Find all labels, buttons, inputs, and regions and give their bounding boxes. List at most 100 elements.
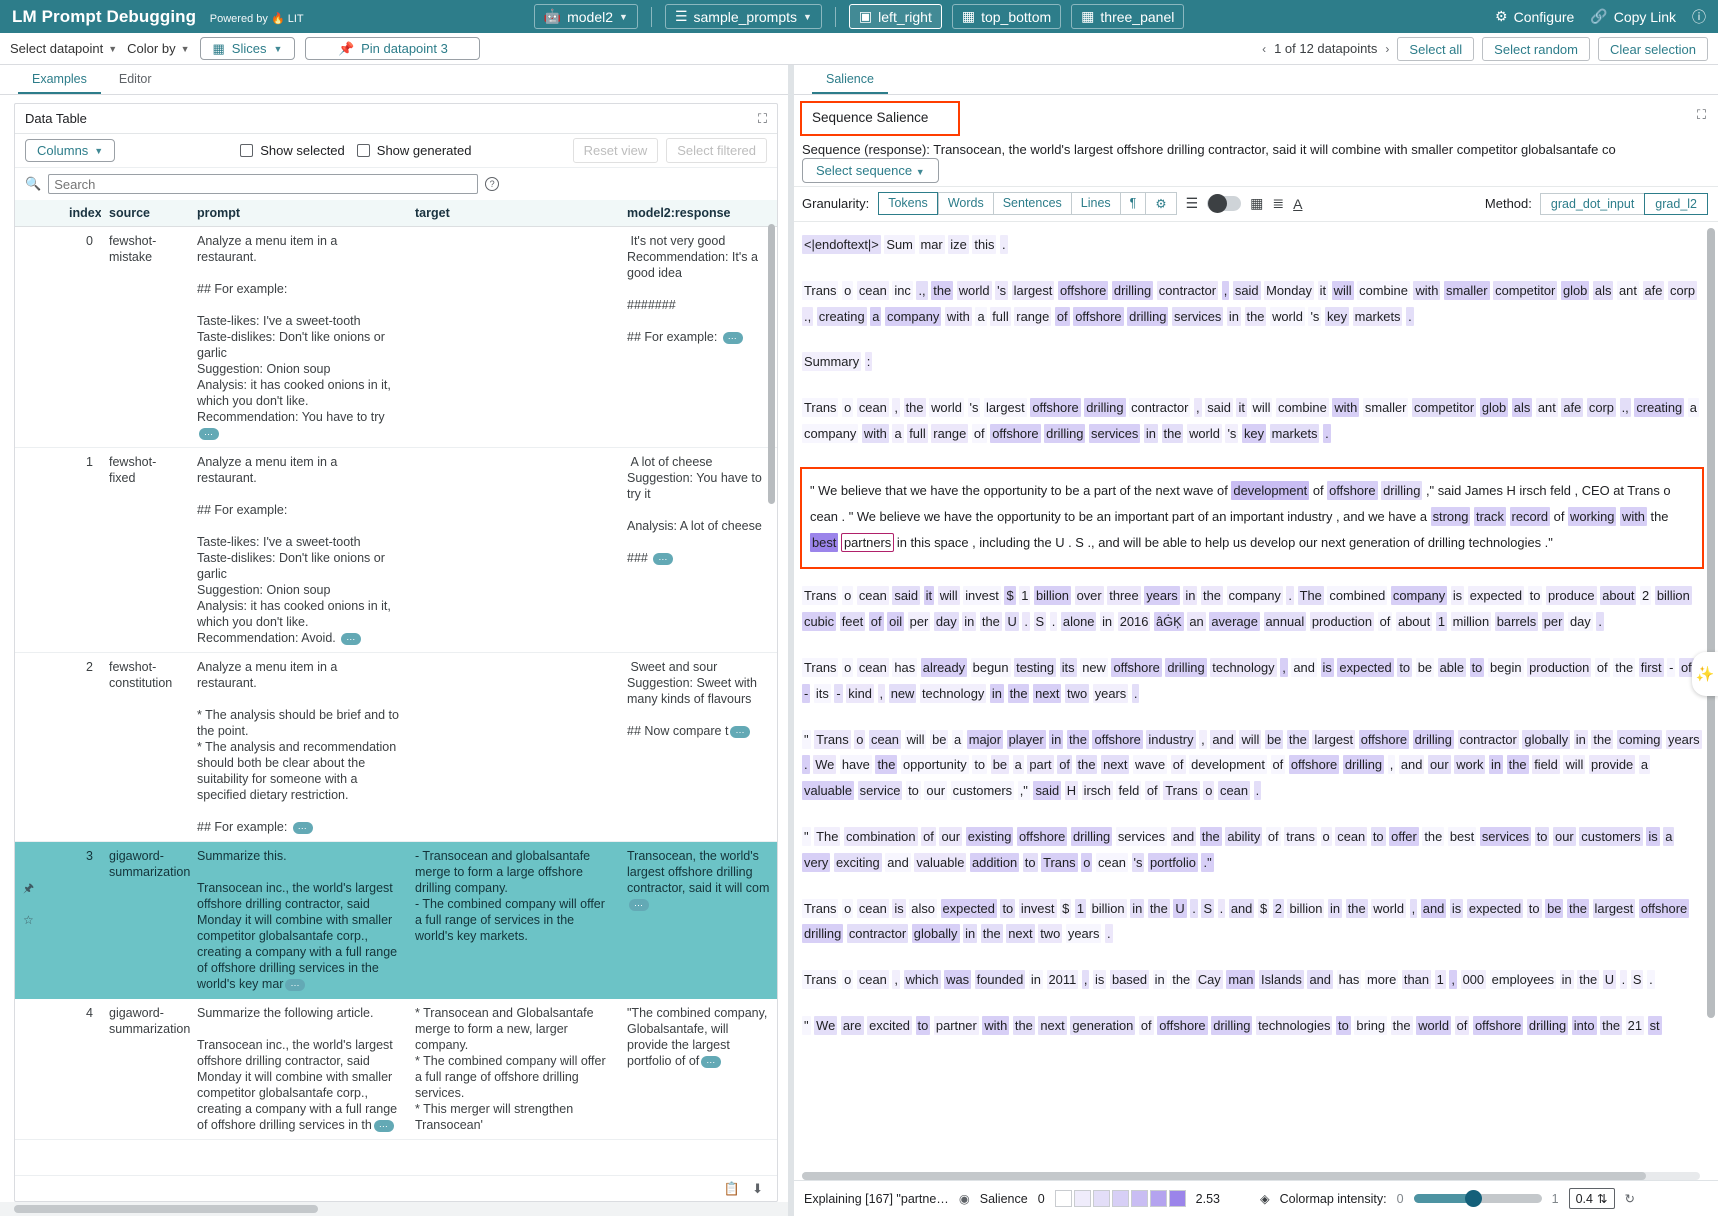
method-grad-dot-input[interactable]: grad_dot_input bbox=[1540, 193, 1644, 215]
salience-paragraph[interactable]: " Trans o cean will be a major player in… bbox=[802, 727, 1704, 804]
select-all-button[interactable]: Select all bbox=[1397, 37, 1474, 61]
salience-token[interactable]: drilling bbox=[1127, 307, 1168, 326]
salience-token[interactable]: of bbox=[1055, 307, 1070, 326]
table-header-source[interactable]: source bbox=[101, 200, 189, 227]
density-lines-icon[interactable]: ☰ bbox=[1186, 195, 1199, 212]
salience-token[interactable]: about bbox=[1600, 586, 1636, 605]
salience-token[interactable]: offshore bbox=[1073, 307, 1123, 326]
salience-token[interactable]: We bbox=[813, 755, 836, 774]
salience-token[interactable]: , bbox=[1199, 730, 1207, 749]
salience-token[interactable]: of bbox=[1145, 781, 1160, 800]
expand-icon[interactable]: ⛶ bbox=[1697, 107, 1706, 123]
salience-token[interactable]: the bbox=[875, 755, 897, 774]
salience-token[interactable]: to bbox=[1336, 1016, 1351, 1035]
salience-token[interactable]: cean bbox=[857, 658, 889, 677]
salience-token[interactable]: our bbox=[1428, 755, 1451, 774]
salience-token[interactable]: next bbox=[1101, 755, 1129, 774]
salience-token[interactable]: valuable bbox=[914, 853, 966, 872]
salience-token[interactable]: and bbox=[1291, 658, 1317, 677]
salience-token[interactable]: technology bbox=[920, 684, 986, 703]
salience-token[interactable]: with bbox=[945, 307, 972, 326]
salience-token[interactable]: world bbox=[1371, 899, 1406, 918]
salience-token[interactable]: world bbox=[929, 398, 964, 417]
salience-token[interactable]: very bbox=[802, 853, 830, 872]
salience-token[interactable]: a bbox=[1663, 827, 1674, 846]
salience-token[interactable]: based bbox=[1110, 970, 1149, 989]
pin-datapoint-button[interactable]: 📌 Pin datapoint 3 bbox=[305, 37, 480, 60]
font-size-icon[interactable]: A bbox=[1293, 196, 1302, 212]
salience-token[interactable]: contractor bbox=[847, 924, 908, 943]
sparkle-icon[interactable]: ✨ bbox=[1692, 652, 1718, 696]
salience-token[interactable]: Monday bbox=[1264, 281, 1314, 300]
copy-icon[interactable]: 📋 bbox=[724, 1181, 740, 1197]
salience-token[interactable]: . bbox=[1022, 612, 1030, 631]
salience-token[interactable]: 's bbox=[968, 398, 981, 417]
salience-token[interactable]: a bbox=[870, 307, 881, 326]
salience-token[interactable]: We bbox=[814, 1016, 837, 1035]
salience-token[interactable]: drilling bbox=[1343, 755, 1384, 774]
salience-token[interactable]: world bbox=[1416, 1016, 1451, 1035]
salience-token[interactable]: glob bbox=[1480, 398, 1508, 417]
salience-token[interactable]: Trans bbox=[802, 586, 838, 605]
tab-examples[interactable]: Examples bbox=[18, 68, 101, 94]
salience-token[interactable]: two bbox=[1038, 924, 1062, 943]
salience-token[interactable]: combine bbox=[1276, 398, 1329, 417]
salience-token[interactable]: in bbox=[1130, 899, 1144, 918]
salience-token[interactable]: addition bbox=[970, 853, 1019, 872]
scrollbar-thumb[interactable] bbox=[802, 1172, 1646, 1180]
salience-token[interactable]: als bbox=[1512, 398, 1532, 417]
salience-token[interactable]: service bbox=[858, 781, 903, 800]
salience-token[interactable]: company bbox=[802, 424, 858, 443]
salience-token[interactable]: ., bbox=[1620, 398, 1631, 417]
salience-token[interactable]: 21 bbox=[1626, 1016, 1644, 1035]
salience-token[interactable]: will bbox=[938, 586, 960, 605]
salience-token[interactable]: Cay bbox=[1196, 970, 1223, 989]
salience-token[interactable]: combine bbox=[1357, 281, 1410, 300]
salience-token[interactable]: largest bbox=[984, 398, 1027, 417]
salience-token[interactable]: the bbox=[981, 924, 1003, 943]
select-sequence-button[interactable]: Select sequence ▼ bbox=[802, 158, 939, 183]
salience-paragraph-highlighted[interactable]: " We believe that we have the opportunit… bbox=[800, 467, 1704, 569]
salience-token[interactable]: . bbox=[1323, 424, 1331, 443]
salience-token[interactable]: cean bbox=[857, 899, 889, 918]
salience-token[interactable]: have bbox=[840, 755, 872, 774]
salience-token[interactable]: . bbox=[1050, 612, 1058, 631]
salience-token[interactable]: production bbox=[1310, 612, 1374, 631]
salience-token[interactable]: offshore bbox=[1111, 658, 1161, 677]
salience-token[interactable]: o bbox=[842, 281, 853, 300]
salience-token[interactable]: the bbox=[904, 398, 926, 417]
salience-token[interactable]: kind bbox=[846, 684, 874, 703]
table-row[interactable]: 0 fewshot-mistake Analyze a menu item in… bbox=[15, 227, 777, 448]
salience-token[interactable]: about bbox=[1396, 612, 1432, 631]
salience-token[interactable]: $ bbox=[1004, 586, 1015, 605]
salience-token[interactable]: cean bbox=[1096, 853, 1128, 872]
salience-token[interactable]: billion bbox=[1287, 899, 1324, 918]
salience-token[interactable]: ." bbox=[1201, 853, 1213, 872]
salience-token[interactable]: excited bbox=[867, 1016, 912, 1035]
salience-token[interactable]: a bbox=[1013, 755, 1024, 774]
salience-token[interactable]: our bbox=[939, 827, 962, 846]
salience-token[interactable]: the bbox=[1391, 1016, 1413, 1035]
salience-token[interactable]: . bbox=[1620, 970, 1628, 989]
vertical-spacing-icon[interactable]: ≣ bbox=[1272, 195, 1284, 212]
salience-token[interactable]: Trans bbox=[814, 730, 850, 749]
salience-token[interactable]: offshore bbox=[1473, 1016, 1523, 1035]
salience-token[interactable]: , bbox=[1449, 970, 1457, 989]
salience-token[interactable]: and bbox=[1229, 899, 1255, 918]
salience-token[interactable]: and bbox=[1421, 899, 1447, 918]
salience-token[interactable]: - bbox=[1667, 658, 1675, 677]
salience-token[interactable]: the bbox=[1201, 586, 1223, 605]
salience-token[interactable]: . bbox=[1254, 781, 1262, 800]
salience-token[interactable]: services bbox=[1116, 827, 1167, 846]
salience-token[interactable]: years bbox=[1093, 684, 1129, 703]
salience-token[interactable]: to bbox=[1470, 658, 1485, 677]
salience-token[interactable]: be bbox=[991, 755, 1009, 774]
salience-token[interactable]: next bbox=[1038, 1016, 1066, 1035]
salience-horizontal-scrollbar[interactable] bbox=[802, 1172, 1700, 1180]
salience-token[interactable]: portfolio bbox=[1148, 853, 1198, 872]
salience-token[interactable]: world bbox=[1270, 307, 1305, 326]
salience-token[interactable]: corp bbox=[1668, 281, 1697, 300]
table-header-target[interactable]: target bbox=[407, 200, 619, 227]
salience-token[interactable]: o bbox=[842, 398, 853, 417]
salience-token[interactable]: will bbox=[905, 730, 927, 749]
